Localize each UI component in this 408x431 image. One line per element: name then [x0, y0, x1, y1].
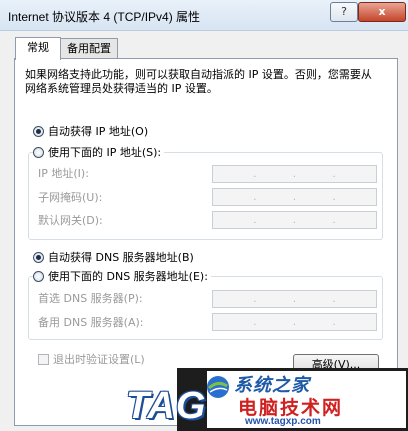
ip-manual-label: 使用下面的 IP 地址(S): — [48, 146, 162, 159]
description-text: 如果网络支持此功能，则可以获取自动指派的 IP 设置。否则，您需要从网络系统管理… — [25, 68, 372, 95]
validate-settings-option[interactable]: 退出时验证设置(L) — [38, 352, 145, 368]
dns-auto-radio[interactable] — [33, 252, 44, 263]
dns-manual-option[interactable]: 使用下面的 DNS 服务器地址(E): — [33, 269, 211, 285]
alternate-dns-input[interactable]: ... — [212, 313, 377, 331]
default-gateway-input[interactable]: ... — [212, 211, 377, 229]
dns-manual-label: 使用下面的 DNS 服务器地址(E): — [48, 270, 208, 283]
tab-general[interactable]: 常规 — [15, 37, 61, 60]
window-title: Internet 协议版本 4 (TCP/IPv4) 属性 — [8, 10, 201, 24]
ip-auto-label: 自动获得 IP 地址(O) — [48, 125, 149, 138]
ip-auto-radio[interactable] — [33, 126, 44, 137]
ip-address-input[interactable]: ... — [212, 165, 377, 183]
title-bar: Internet 协议版本 4 (TCP/IPv4) 属性 ? x — [0, 0, 408, 31]
watermark-tag-logo: TAG — [126, 385, 207, 427]
ip-address-label: IP 地址(I): — [38, 167, 89, 180]
dns-manual-radio[interactable] — [33, 271, 44, 282]
close-button[interactable]: x — [358, 2, 406, 22]
dns-auto-label: 自动获得 DNS 服务器地址(B) — [48, 251, 194, 264]
dns-auto-option[interactable]: 自动获得 DNS 服务器地址(B) — [33, 250, 194, 266]
subnet-mask-label: 子网掩码(U): — [38, 191, 103, 204]
ip-manual-radio[interactable] — [33, 147, 44, 158]
subnet-mask-input[interactable]: ... — [212, 188, 377, 206]
default-gateway-label: 默认网关(D): — [38, 214, 103, 227]
watermark-url: www.tagxp.com — [245, 416, 321, 427]
preferred-dns-label: 首选 DNS 服务器(P): — [38, 292, 143, 305]
preferred-dns-input[interactable]: ... — [212, 290, 377, 308]
tab-alternate-config[interactable]: 备用配置 — [60, 38, 118, 59]
validate-settings-label: 退出时验证设置(L) — [53, 353, 145, 366]
ip-manual-option[interactable]: 使用下面的 IP 地址(S): — [33, 145, 165, 161]
help-button[interactable]: ? — [330, 2, 358, 22]
validate-settings-checkbox[interactable] — [38, 354, 49, 365]
ip-auto-option[interactable]: 自动获得 IP 地址(O) — [33, 124, 148, 140]
alternate-dns-label: 备用 DNS 服务器(A): — [38, 316, 144, 329]
